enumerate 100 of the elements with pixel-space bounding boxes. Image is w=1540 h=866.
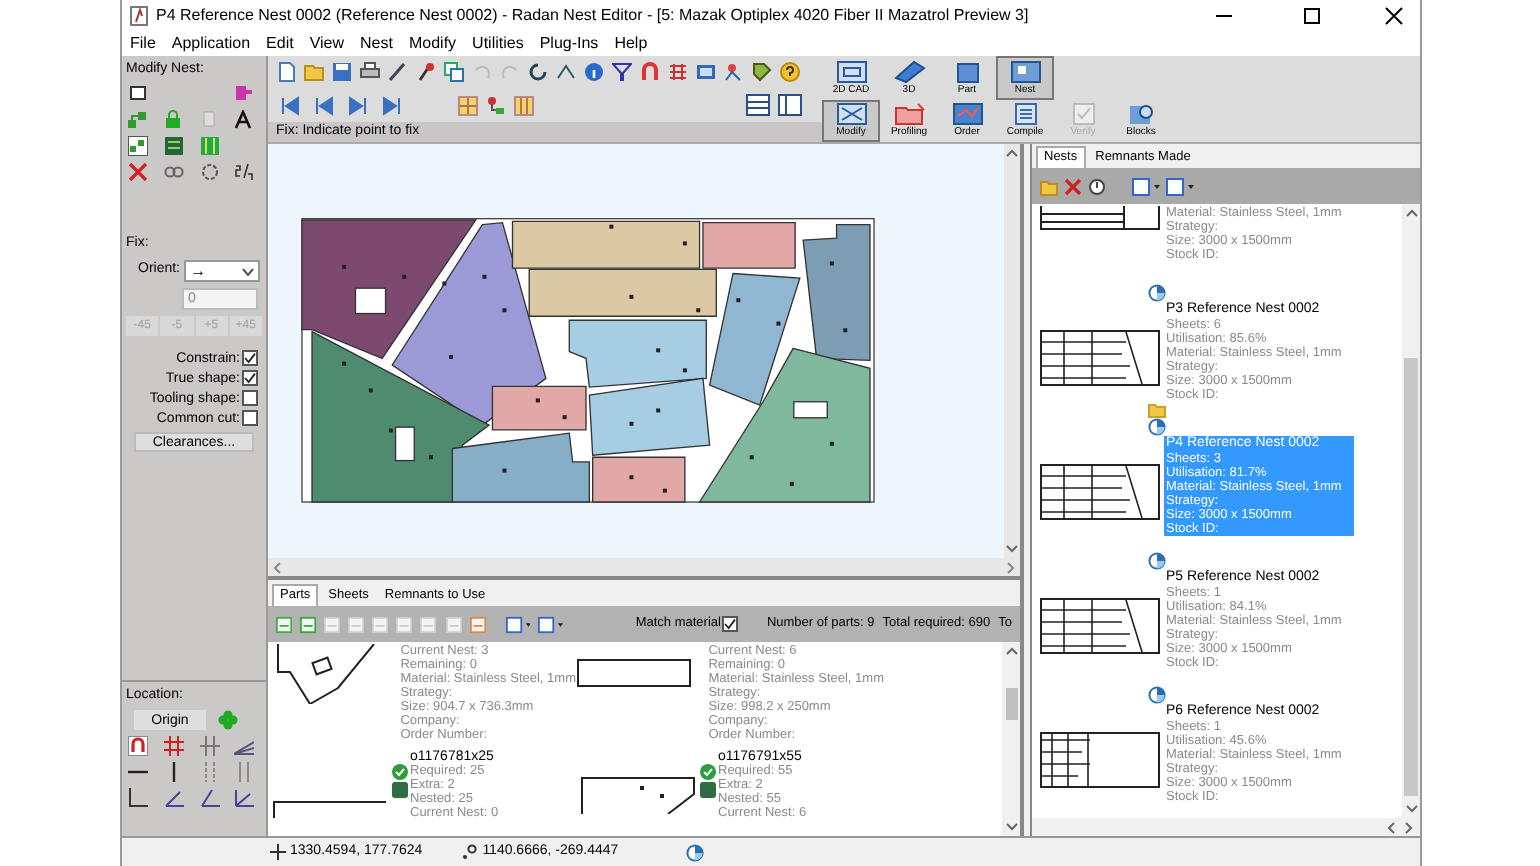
close-icon[interactable] (1384, 6, 1404, 26)
scroll-left-icon[interactable] (1386, 821, 1396, 833)
next-icon[interactable] (348, 95, 368, 116)
monitor-icon (835, 59, 867, 84)
vertical-scrollbar[interactable] (1004, 144, 1020, 558)
scroll-right-icon[interactable] (1404, 821, 1414, 833)
grid-pattern-icon[interactable] (163, 135, 184, 155)
checkbox[interactable] (242, 410, 258, 426)
angle-icon[interactable] (199, 788, 219, 808)
scroll-thumb[interactable] (1404, 358, 1418, 796)
checkbox[interactable] (722, 616, 739, 632)
nest-layout-icon (1009, 59, 1041, 84)
scroll-left-icon[interactable] (272, 561, 282, 573)
menu-item[interactable]: File (130, 32, 156, 56)
scroll-down-icon[interactable] (1005, 821, 1017, 832)
orient-dropdown[interactable]: → (184, 260, 261, 282)
checkbox[interactable] (242, 390, 258, 406)
dropdown-caret-icon (242, 267, 255, 275)
view-dropdown-icon[interactable] (1132, 177, 1160, 195)
status-square-icon (700, 782, 716, 798)
menu-item[interactable]: Utilities (472, 32, 524, 56)
vertical-scrollbar[interactable] (1402, 204, 1420, 818)
pie-chart-icon (1148, 552, 1166, 570)
brush-icon[interactable] (416, 62, 436, 83)
menu-item[interactable]: Help (614, 32, 648, 56)
save-icon[interactable] (332, 62, 352, 83)
menu-item[interactable]: Plug-Ins (539, 32, 599, 56)
menu-item[interactable]: Application (171, 32, 251, 56)
split-horizontal-icon[interactable] (746, 94, 770, 117)
delete-icon[interactable] (1064, 177, 1082, 195)
previous-icon[interactable] (314, 95, 334, 116)
filter-icon[interactable] (612, 62, 632, 83)
maximize-icon[interactable] (1302, 6, 1322, 26)
node-link-icon[interactable] (128, 135, 148, 155)
node-link-icon[interactable] (128, 109, 148, 129)
nest-thumbnail-drawing (1040, 598, 1160, 654)
letter-icon[interactable] (234, 109, 255, 129)
menu-item[interactable]: Nest (360, 32, 393, 56)
vertical-scrollbar[interactable] (1002, 642, 1020, 836)
menu-item[interactable]: Modify (408, 32, 457, 56)
scroll-up-icon[interactable] (1006, 148, 1018, 158)
magnifier-icon (1125, 102, 1157, 127)
checkbox[interactable] (242, 350, 258, 366)
help-icon[interactable] (780, 62, 800, 83)
person-icon[interactable] (724, 62, 744, 83)
nest-thumbnail-drawing (1040, 464, 1160, 520)
first-icon[interactable] (280, 95, 300, 116)
tag-icon[interactable] (752, 62, 772, 83)
window-icon (835, 102, 867, 127)
part-thumbnail-drawing (272, 800, 388, 818)
angled-lines-icon[interactable] (234, 736, 255, 756)
horizontal-scrollbar[interactable] (268, 558, 1020, 576)
view-dropdown-icon[interactable] (505, 615, 531, 633)
app-icon (130, 6, 148, 26)
scroll-down-icon[interactable] (1006, 544, 1018, 554)
menu-item[interactable]: View (309, 32, 345, 56)
pie-chart-icon (1148, 284, 1166, 302)
magnet-icon[interactable] (640, 62, 660, 83)
check-icon (392, 764, 408, 780)
folder-spark-icon (893, 102, 925, 127)
status-square-icon (392, 782, 408, 798)
pie-chart-icon (686, 843, 705, 861)
window-title: P4 Reference Nest 0002 (Reference Nest 0002) - Radan Nest Editor - [5: Mazak Optiplex 4020 Fiber II Mazatrol Preview 3] (156, 4, 1029, 28)
chain-link-icon[interactable] (163, 161, 184, 181)
angle-icon[interactable] (234, 788, 255, 808)
document-icon (1009, 102, 1041, 127)
rotate-icon[interactable] (199, 161, 219, 181)
printer-icon[interactable] (360, 62, 380, 83)
cube-icon (951, 59, 983, 84)
view-dropdown-icon[interactable] (538, 615, 564, 633)
move-icon[interactable] (556, 62, 576, 83)
check-icon (700, 764, 716, 780)
nest-thumbnail-drawing (1040, 206, 1160, 230)
origin-offset-icon (462, 844, 479, 860)
scroll-thumb[interactable] (1005, 687, 1017, 720)
last-icon[interactable] (382, 95, 402, 116)
nest-thumbnail-drawing (1040, 330, 1160, 386)
refresh-icon[interactable] (528, 62, 548, 83)
scroll-up-icon[interactable] (1005, 646, 1017, 656)
magnet-icon[interactable] (128, 736, 148, 756)
cross-icon[interactable] (128, 161, 148, 181)
view-dropdown-icon[interactable] (1166, 177, 1194, 195)
scroll-down-icon[interactable] (1405, 804, 1417, 814)
square-outline-icon[interactable] (128, 83, 148, 103)
info-icon[interactable] (584, 62, 604, 83)
split-vertical-icon[interactable] (778, 94, 802, 117)
checkbox[interactable] (242, 370, 258, 386)
angle-icon[interactable] (163, 788, 184, 808)
fraction-icon[interactable] (234, 161, 255, 181)
node-link-icon[interactable] (486, 95, 506, 116)
checklist-icon (1067, 102, 1099, 127)
corner-icon[interactable] (128, 788, 148, 808)
document-icon[interactable] (276, 62, 296, 83)
pie-chart-icon (1148, 686, 1166, 704)
scroll-up-icon[interactable] (1405, 208, 1417, 218)
pie-chart-icon (1148, 418, 1166, 436)
scroll-right-icon[interactable] (1006, 561, 1016, 573)
menu-item[interactable]: Edit (266, 32, 294, 56)
nest-thumbnail-drawing (1040, 732, 1160, 788)
monitor-icon[interactable] (696, 62, 716, 83)
